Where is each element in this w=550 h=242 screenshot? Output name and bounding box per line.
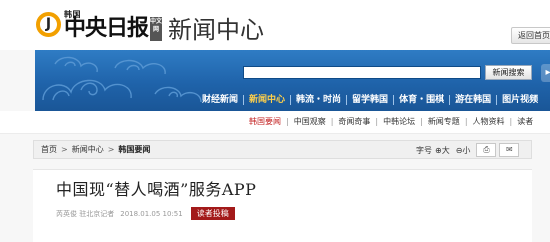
- subnav-divider: |: [509, 117, 513, 126]
- subnav-item-china-watch[interactable]: 中国观察: [294, 116, 326, 128]
- logo-badge: 中文网: [150, 17, 162, 41]
- nav-divider: [346, 95, 348, 105]
- article-panel: 中国现“替人喝酒”服务APP 芮英俊 驻北京记者 2018.01.05 10:5…: [33, 169, 532, 242]
- email-icon: ✉: [506, 145, 513, 154]
- nav-item-hallyu[interactable]: 韩流・时尚: [296, 93, 341, 107]
- breadcrumb-separator: >: [61, 145, 68, 154]
- subnav-item-korea-news[interactable]: 韩国要闻: [249, 116, 281, 128]
- email-button[interactable]: ✉: [499, 143, 520, 157]
- banner-right-icon[interactable]: ▸: [541, 64, 550, 82]
- subnav-item-forum[interactable]: 中韩论坛: [383, 116, 415, 128]
- subnav-divider: |: [375, 117, 379, 126]
- subnav-item-special[interactable]: 新闻专题: [428, 116, 460, 128]
- nav-item-sports[interactable]: 体育・围棋: [399, 93, 444, 107]
- print-button[interactable]: ⎙: [476, 143, 497, 157]
- subnav-item-readers[interactable]: 读者: [517, 116, 533, 128]
- font-size-label: 字号: [416, 145, 432, 155]
- reader-submit-button[interactable]: 读者投稿: [190, 207, 235, 220]
- subnav-item-profiles[interactable]: 人物资料: [473, 116, 505, 128]
- section-title[interactable]: 新闻中心: [168, 17, 264, 43]
- breadcrumb-separator: >: [107, 145, 115, 154]
- site-header: J 韩国 中央日报 中文网 新闻中心 返回首页: [0, 0, 550, 50]
- breadcrumb-news-center[interactable]: 新闻中心: [72, 143, 104, 156]
- nav-item-study[interactable]: 留学韩国: [352, 93, 388, 107]
- nav-item-news-center[interactable]: 新闻中心: [249, 93, 285, 107]
- subnav-divider: |: [330, 117, 334, 126]
- nav-divider: [243, 95, 245, 105]
- nav-item-travel[interactable]: 游在韩国: [455, 93, 491, 107]
- breadcrumb-current: 韩国要闻: [118, 145, 151, 154]
- subnav-divider: |: [286, 117, 289, 126]
- article-meta: 芮英俊 驻北京记者 2018.01.05 10:51 读者投稿: [56, 207, 235, 220]
- search-input[interactable]: [243, 66, 481, 79]
- zoom-in-icon: ⊕: [435, 145, 442, 155]
- back-home-button[interactable]: 返回首页: [511, 27, 550, 44]
- subnav-divider: |: [420, 117, 423, 126]
- sub-nav: 韩国要闻 | 中国观察 | 奇闻奇事 | 中韩论坛 | 新闻专题 | 人物资料 …: [0, 111, 550, 134]
- logo-wordmark[interactable]: 中央日报: [64, 16, 149, 42]
- breadcrumb: 首页 > 新闻中心 > 韩国要闻: [41, 143, 150, 156]
- font-smaller-label: 小: [462, 145, 471, 155]
- search-button[interactable]: 新闻搜索: [485, 65, 532, 80]
- subnav-item-oddities[interactable]: 奇闻奇事: [338, 116, 370, 128]
- article-date: 2018.01.05 10:51: [120, 209, 183, 218]
- article-tools: 字号 ⊕大 ⊖小 ⎙ ✉: [416, 143, 522, 157]
- nav-divider: [393, 95, 395, 105]
- nav-item-finance[interactable]: 财经新闻: [202, 93, 238, 107]
- subnav-divider: |: [464, 117, 468, 126]
- breadcrumb-bar: 首页 > 新闻中心 > 韩国要闻 字号 ⊕大 ⊖小 ⎙ ✉: [33, 140, 532, 159]
- nav-divider: [496, 95, 498, 105]
- font-larger-button[interactable]: ⊕大: [435, 144, 450, 157]
- nav-divider: [290, 95, 292, 105]
- nav-item-photo-video[interactable]: 图片视频: [502, 93, 538, 107]
- breadcrumb-home[interactable]: 首页: [41, 143, 57, 156]
- blue-banner: 新闻搜索 ▸ 财经新闻 新闻中心 韩流・时尚 留学韩国 体育・围棋 游在韩国 图…: [35, 50, 550, 111]
- article-title: 中国现“替人喝酒”服务APP: [56, 180, 257, 199]
- article-author: 芮英俊 驻北京记者: [56, 209, 115, 218]
- font-smaller-button[interactable]: ⊖小: [456, 144, 471, 157]
- font-larger-label: 大: [441, 145, 450, 155]
- logo-icon[interactable]: J: [36, 12, 61, 37]
- nav-divider: [449, 95, 451, 105]
- print-icon: ⎙: [483, 145, 490, 154]
- main-nav: 财经新闻 新闻中心 韩流・时尚 留学韩国 体育・围棋 游在韩国 图片视频: [202, 93, 538, 107]
